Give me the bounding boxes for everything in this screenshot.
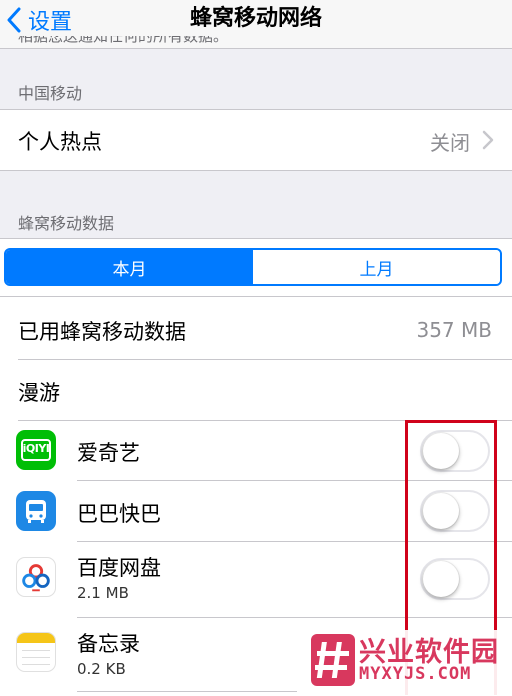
app-data-usage: 0.2 KB <box>77 660 126 678</box>
app-name: 百度网盘 <box>77 556 161 580</box>
app-name: 爱奇艺 <box>77 441 140 465</box>
navigation-bar: 设置 蜂窝移动网络 相据您送通知任何的所有数据。 <box>0 0 512 49</box>
section-header-cellular-data: 蜂窝移动数据 <box>18 214 115 233</box>
app-data-usage: 2.1 MB <box>77 584 129 602</box>
roaming-label: 漫游 <box>18 381 60 405</box>
baidu-netdisk-app-icon <box>16 557 56 597</box>
watermark: 兴业软件园 MYXYJS.COM <box>307 630 512 695</box>
app-name: 巴巴快巴 <box>77 502 161 526</box>
notes-app-icon <box>16 632 56 672</box>
hotspot-value: 关闭 <box>430 131 470 155</box>
watermark-url: MYXYJS.COM <box>359 664 472 684</box>
page-title: 蜂窝移动网络 <box>189 6 322 31</box>
iqiyi-app-icon: iQIYI <box>16 430 56 470</box>
period-segmented-control[interactable]: 本月 上月 <box>4 248 502 286</box>
hotspot-row[interactable]: 个人热点 关闭 <box>0 109 512 171</box>
used-data-value: 357 MB <box>416 318 492 342</box>
divider <box>77 691 297 692</box>
chevron-right-icon <box>482 130 494 150</box>
top-note-text: 相据您送通知任何的所有数据。 <box>18 36 229 45</box>
used-data-label: 已用蜂窝移动数据 <box>18 320 186 344</box>
divider <box>18 359 512 360</box>
app-name: 备忘录 <box>77 632 140 656</box>
hotspot-label: 个人热点 <box>18 130 102 154</box>
divider <box>0 296 512 297</box>
hash-logo-icon <box>311 634 355 686</box>
segment-last-month[interactable]: 上月 <box>253 250 500 284</box>
section-header-carrier: 中国移动 <box>18 84 83 103</box>
segment-this-month[interactable]: 本月 <box>6 250 253 284</box>
bus-app-icon <box>16 491 56 531</box>
